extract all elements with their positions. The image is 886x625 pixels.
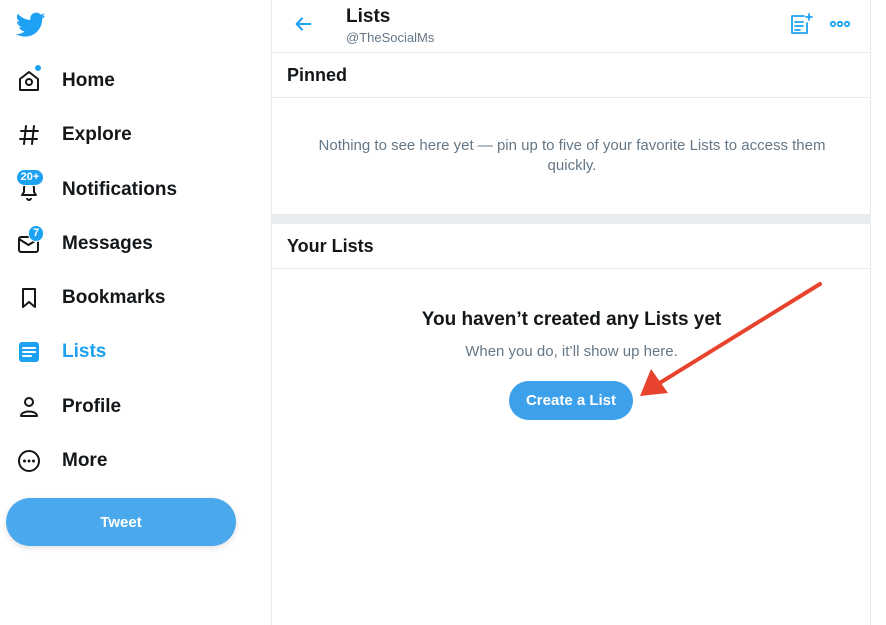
twitter-logo-icon[interactable] — [15, 12, 46, 38]
back-button[interactable] — [288, 12, 318, 40]
sidebar-item-home[interactable]: Home — [16, 61, 115, 101]
sidebar-item-profile[interactable]: Profile — [16, 387, 121, 427]
sidebar-item-explore[interactable]: Explore — [16, 115, 132, 155]
messages-badge: 7 — [28, 225, 44, 242]
section-divider — [272, 214, 871, 224]
more-horizontal-icon — [828, 12, 852, 41]
sidebar-item-label: Home — [62, 70, 115, 91]
sidebar: Home Explore 20+ Notifications 7 Message… — [0, 0, 272, 625]
pinned-section-title: Pinned — [272, 53, 871, 98]
new-list-button[interactable] — [788, 12, 814, 41]
sidebar-item-label: Lists — [62, 341, 107, 362]
your-lists-section-title: Your Lists — [272, 224, 871, 269]
bookmark-icon — [16, 285, 42, 311]
lists-main: Lists @TheSocialMs Pinned Nothing to see… — [272, 0, 871, 625]
home-icon — [16, 64, 42, 94]
sidebar-item-label: Bookmarks — [62, 287, 166, 308]
page-title: Lists — [346, 6, 391, 27]
lists-icon — [16, 339, 42, 365]
more-circle-icon — [16, 448, 42, 474]
tweet-button[interactable]: Tweet — [6, 498, 236, 546]
pinned-empty-message: Nothing to see here yet — pin up to five… — [318, 137, 826, 174]
sidebar-item-label: More — [62, 450, 108, 471]
sidebar-item-label: Messages — [62, 233, 153, 254]
home-new-dot — [34, 64, 42, 72]
page-header: Lists @TheSocialMs — [272, 0, 871, 53]
sidebar-item-label: Profile — [62, 396, 122, 417]
sidebar-item-more[interactable]: More — [16, 441, 107, 481]
hashtag-icon — [16, 122, 42, 148]
sidebar-item-label: Explore — [62, 124, 132, 145]
back-arrow-icon — [292, 13, 314, 40]
sidebar-item-notifications[interactable]: 20+ Notifications — [16, 169, 178, 210]
bell-icon: 20+ — [16, 169, 44, 203]
sidebar-item-lists[interactable]: Lists — [16, 332, 106, 372]
sidebar-item-messages[interactable]: 7 Messages — [16, 224, 153, 264]
envelope-icon: 7 — [16, 225, 44, 257]
create-list-button[interactable]: Create a List — [509, 381, 633, 420]
sidebar-item-label: Notifications — [62, 179, 178, 200]
more-options-button[interactable] — [827, 13, 853, 39]
lists-empty-title: You haven’t created any Lists yet — [421, 309, 722, 330]
new-list-icon — [789, 12, 813, 41]
person-icon — [16, 394, 42, 420]
sidebar-item-bookmarks[interactable]: Bookmarks — [16, 278, 166, 318]
lists-empty-subtitle: When you do, it’ll show up here. — [465, 343, 678, 360]
account-handle: @TheSocialMs — [346, 30, 435, 45]
notifications-badge: 20+ — [16, 169, 44, 186]
